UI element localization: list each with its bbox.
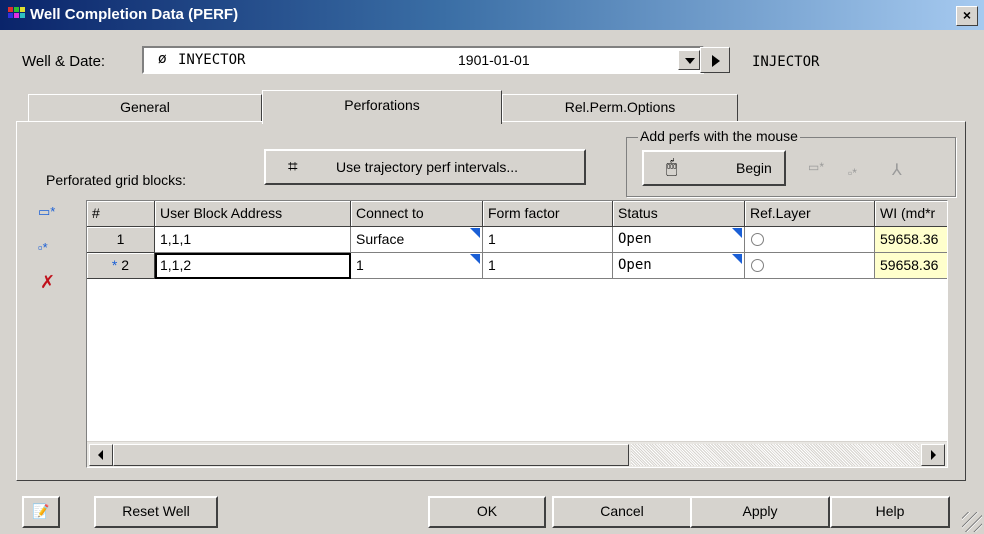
- use-trajectory-button[interactable]: ⌗ Use trajectory perf intervals...: [264, 149, 586, 185]
- column-header-address[interactable]: User Block Address: [155, 201, 351, 227]
- column-header-status[interactable]: Status: [613, 201, 745, 227]
- cancel-button[interactable]: Cancel: [552, 496, 692, 528]
- add-row-below-icon[interactable]: ▫*: [848, 166, 857, 180]
- title-bar: Well Completion Data (PERF) ×: [0, 0, 984, 30]
- row-header[interactable]: 1: [87, 227, 155, 253]
- current-well-label: INJECTOR: [752, 54, 820, 70]
- cell-address[interactable]: 1,1,2: [155, 253, 351, 279]
- resize-grip[interactable]: [962, 512, 982, 532]
- trajectory-icon: ⌗: [288, 157, 298, 176]
- cell-ref-layer[interactable]: [745, 227, 875, 253]
- scrollbar-track[interactable]: [631, 444, 919, 466]
- cell-status[interactable]: Open: [613, 253, 745, 279]
- column-header-wi[interactable]: WI (md*r: [875, 201, 947, 227]
- row-header[interactable]: * 2: [87, 253, 155, 279]
- insert-row-icon[interactable]: ▭*: [38, 204, 55, 220]
- reset-well-button[interactable]: Reset Well: [94, 496, 218, 528]
- window-title: Well Completion Data (PERF): [30, 6, 239, 23]
- add-row-after-icon[interactable]: ▭*: [808, 160, 824, 174]
- column-header-num[interactable]: #: [87, 201, 155, 227]
- help-button[interactable]: Help: [830, 496, 950, 528]
- ok-button[interactable]: OK: [428, 496, 546, 528]
- append-row-icon[interactable]: ▫*: [38, 240, 48, 255]
- scrollbar-thumb[interactable]: [113, 444, 629, 466]
- well-name-value: INYECTOR: [178, 52, 246, 68]
- well-date-value: 1901-01-01: [458, 52, 530, 68]
- cell-connect-to[interactable]: 1: [351, 253, 483, 279]
- tab-rel-perm-options[interactable]: Rel.Perm.Options: [502, 94, 738, 122]
- cell-form-factor[interactable]: 1: [483, 227, 613, 253]
- tab-general[interactable]: General: [28, 94, 262, 122]
- close-button[interactable]: ×: [956, 6, 978, 26]
- delete-row-icon[interactable]: ✗: [40, 272, 55, 293]
- well-date-combo[interactable]: ø INYECTOR 1901-01-01: [142, 46, 704, 74]
- ref-layer-radio[interactable]: [751, 259, 764, 272]
- cell-ref-layer[interactable]: [745, 253, 875, 279]
- edit-note-icon: 📝: [32, 503, 50, 519]
- cell-address[interactable]: 1,1,1: [155, 227, 351, 253]
- ref-layer-radio[interactable]: [751, 233, 764, 246]
- apply-button[interactable]: Apply: [690, 496, 830, 528]
- next-well-button[interactable]: [700, 47, 730, 73]
- horizontal-scrollbar[interactable]: [87, 441, 947, 467]
- scroll-right-icon[interactable]: [921, 444, 945, 466]
- column-header-form-factor[interactable]: Form factor: [483, 201, 613, 227]
- cell-wi[interactable]: 59658.36: [875, 253, 947, 279]
- edit-note-button[interactable]: 📝: [22, 496, 60, 528]
- well-symbol-icon: ø: [158, 51, 167, 67]
- cell-form-factor[interactable]: 1: [483, 253, 613, 279]
- app-icon: [8, 7, 26, 23]
- perforations-table[interactable]: # User Block Address Connect to Form fac…: [86, 200, 948, 468]
- cell-wi[interactable]: 59658.36: [875, 227, 947, 253]
- column-header-connect-to[interactable]: Connect to: [351, 201, 483, 227]
- branch-icon[interactable]: ⅄: [892, 160, 902, 180]
- cell-connect-to[interactable]: Surface: [351, 227, 483, 253]
- tab-perforations[interactable]: Perforations: [262, 90, 502, 124]
- begin-button[interactable]: 🖱 Begin: [642, 150, 786, 186]
- new-row-marker-icon: *: [111, 257, 118, 273]
- perforated-grid-blocks-label: Perforated grid blocks:: [46, 172, 187, 188]
- mouse-perfs-legend: Add perfs with the mouse: [638, 128, 800, 144]
- column-header-ref-layer[interactable]: Ref.Layer: [745, 201, 875, 227]
- cell-status[interactable]: Open: [613, 227, 745, 253]
- mouse-icon: 🖱: [666, 157, 678, 178]
- well-date-label: Well & Date:: [22, 53, 106, 70]
- chevron-down-icon[interactable]: [678, 50, 700, 70]
- scroll-left-icon[interactable]: [89, 444, 113, 466]
